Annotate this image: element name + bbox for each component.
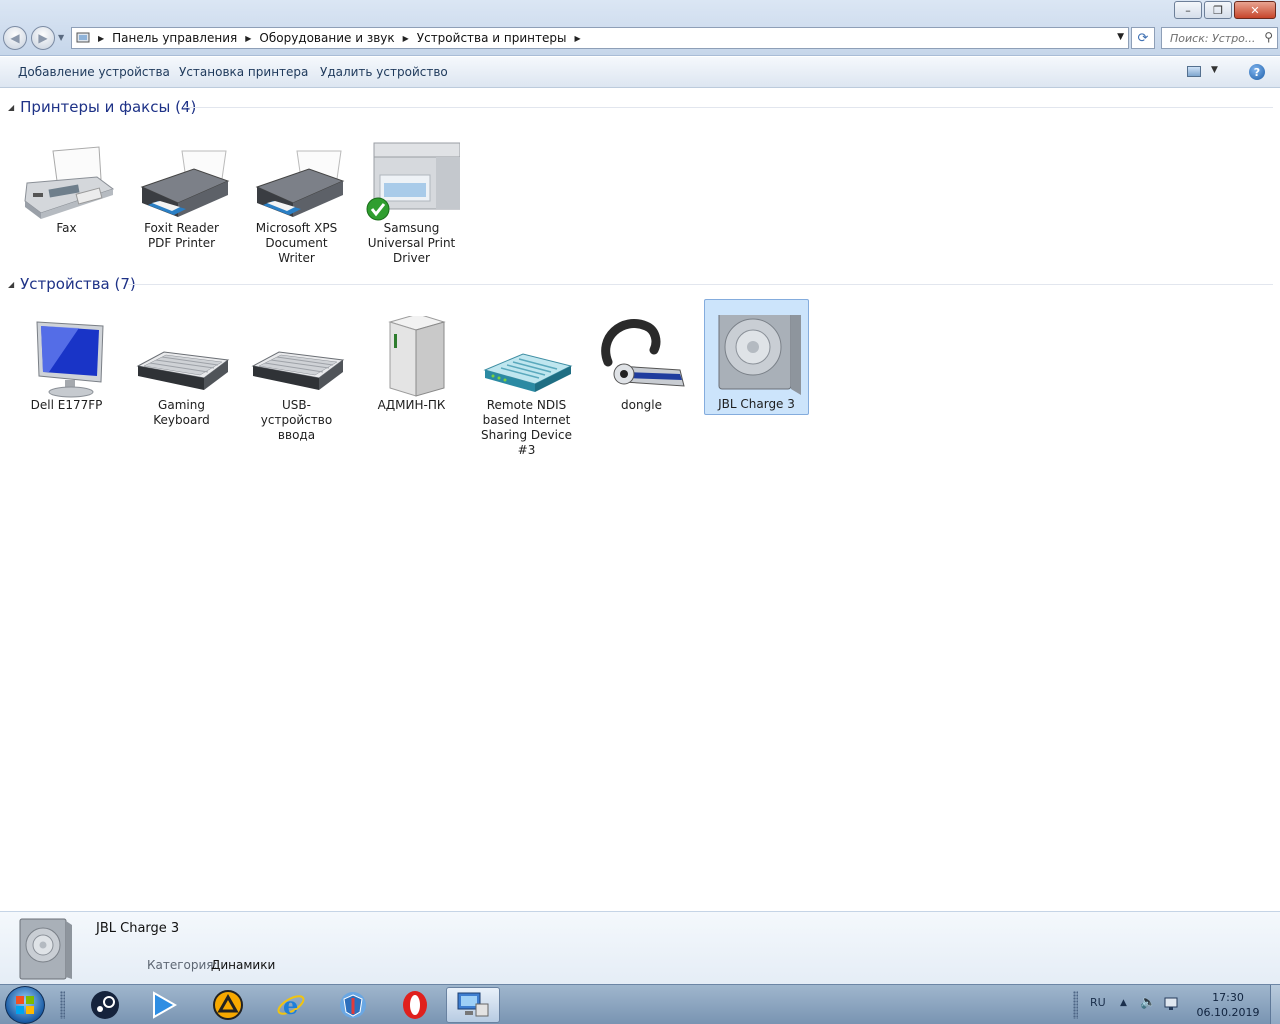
speaker-icon [709, 302, 805, 397]
refresh-button[interactable]: ⟳ [1131, 27, 1155, 49]
breadcrumb-control-panel[interactable]: Панель управления ▶ [112, 31, 259, 45]
taskbar-devices-printers[interactable] [446, 987, 500, 1023]
device-item-samsung-printer[interactable]: Samsung Universal Print Driver [359, 138, 464, 269]
volume-icon[interactable]: 🔈 [1140, 995, 1156, 1010]
taskbar-media-player[interactable] [136, 987, 190, 1023]
window-controls: – ❐ ✕ [1172, 1, 1276, 19]
arrow-left-icon: ◀ [10, 31, 20, 45]
forward-button[interactable]: ▶ [31, 26, 55, 50]
device-item-fax[interactable]: Fax [14, 138, 119, 239]
internet-explorer-icon: e [277, 991, 305, 1020]
devices-printers-icon [457, 992, 489, 1017]
clock-date: 06.10.2019 [1196, 1006, 1260, 1019]
security-icon [340, 992, 366, 1018]
minimize-button[interactable]: – [1174, 1, 1202, 19]
monitor-icon [19, 316, 115, 398]
title-bar: – ❐ ✕ ◀ ▶ ▼ ▶ Панель управления ▶ Оборудо… [0, 0, 1280, 56]
address-bar[interactable]: ▶ Панель управления ▶ Оборудование и звук… [71, 27, 1129, 49]
details-category-value: Динамики [211, 958, 276, 972]
device-item-dell-monitor[interactable]: Dell E177FP [14, 315, 119, 416]
back-button[interactable]: ◀ [3, 26, 27, 50]
show-desktop-button[interactable] [1270, 985, 1280, 1024]
network-icon[interactable] [1164, 996, 1180, 1015]
recent-pages-dropdown[interactable]: ▼ [58, 33, 64, 42]
refresh-icon: ⟳ [1137, 30, 1149, 46]
close-button[interactable]: ✕ [1234, 1, 1276, 19]
address-dropdown-icon[interactable]: ▼ [1117, 32, 1124, 42]
printer-icon [249, 139, 345, 221]
printer-icon [134, 139, 230, 221]
add-printer-button[interactable]: Установка принтера [179, 65, 308, 79]
device-item-usb-input[interactable]: USB-устройство ввода [244, 315, 349, 446]
group-header-devices[interactable]: ◢ Устройства (7) [8, 275, 136, 293]
tray-grip[interactable] [1073, 991, 1078, 1019]
steam-icon [91, 991, 119, 1019]
windows-logo-icon [16, 996, 34, 1014]
opera-icon [403, 991, 427, 1019]
device-item-remote-ndis[interactable]: Remote NDIS based Internet Sharing Devic… [474, 315, 579, 461]
breadcrumb-sep[interactable]: ▶ [98, 34, 112, 43]
taskbar-grip[interactable] [60, 991, 65, 1019]
restore-button[interactable]: ❐ [1204, 1, 1232, 19]
fax-icon [19, 139, 115, 221]
remove-device-button[interactable]: Удалить устройство [320, 65, 448, 79]
change-view-icon[interactable] [1187, 66, 1201, 77]
taskbar-aimp[interactable] [201, 987, 255, 1023]
keyboard-icon [249, 316, 345, 398]
device-item-dongle[interactable]: dongle [589, 315, 694, 416]
taskbar-steam[interactable] [78, 987, 132, 1023]
network-modem-icon [479, 316, 575, 398]
details-device-name: JBL Charge 3 [96, 921, 180, 936]
device-item-foxit-printer[interactable]: Foxit Reader PDF Printer [129, 138, 234, 254]
breadcrumb-devices-printers[interactable]: Устройства и принтеры ▶ [417, 31, 589, 45]
search-icon: ⚲ [1264, 30, 1273, 44]
taskbar-opera[interactable] [388, 987, 442, 1023]
clock-time: 17:30 [1212, 991, 1244, 1004]
details-pane: JBL Charge 3 Категория: Динамики [0, 911, 1280, 984]
group-header-printers[interactable]: ◢ Принтеры и факсы (4) [8, 98, 196, 116]
collapse-triangle-icon[interactable]: ◢ [8, 280, 14, 289]
arrow-right-icon: ▶ [38, 31, 48, 45]
group-divider [128, 284, 1273, 285]
taskbar: e RU ▲ 🔈 17:30 06.10.2019 [0, 984, 1280, 1024]
clock[interactable]: 17:30 06.10.2019 [1190, 990, 1266, 1020]
keyboard-icon [134, 316, 230, 398]
language-indicator[interactable]: RU [1090, 996, 1106, 1009]
mfp-printer-icon [364, 139, 460, 221]
taskbar-security[interactable] [326, 987, 380, 1023]
device-item-jbl-charge-3[interactable]: JBL Charge 3 [704, 299, 809, 415]
media-player-icon [153, 991, 178, 1019]
add-device-button[interactable]: Добавление устройства [18, 65, 170, 79]
control-panel-icon [76, 32, 90, 43]
device-item-gaming-keyboard[interactable]: Gaming Keyboard [129, 315, 234, 431]
device-item-xps-writer[interactable]: Microsoft XPS Document Writer [244, 138, 349, 269]
start-button[interactable] [5, 986, 45, 1024]
collapse-triangle-icon[interactable]: ◢ [8, 103, 14, 112]
svg-text:e: e [283, 991, 298, 1020]
command-bar: Добавление устройства Установка принтера… [0, 57, 1280, 88]
speaker-icon [18, 917, 74, 981]
default-checkmark-icon [366, 197, 389, 221]
breadcrumb-hardware-sound[interactable]: Оборудование и звук ▶ [259, 31, 416, 45]
bluetooth-headset-icon [594, 316, 690, 398]
computer-tower-icon [364, 313, 460, 398]
details-category-label: Категория: [147, 958, 218, 972]
search-input[interactable]: Поиск: Устро... ⚲ [1161, 27, 1278, 49]
help-icon[interactable]: ? [1249, 64, 1265, 80]
taskbar-internet-explorer[interactable]: e [264, 987, 318, 1023]
group-divider [183, 107, 1273, 108]
aimp-icon [213, 990, 243, 1020]
show-hidden-icons-icon[interactable]: ▲ [1120, 998, 1127, 1008]
view-options-dropdown-icon[interactable]: ▼ [1211, 65, 1218, 75]
device-item-admin-pc[interactable]: АДМИН-ПК [359, 313, 464, 416]
